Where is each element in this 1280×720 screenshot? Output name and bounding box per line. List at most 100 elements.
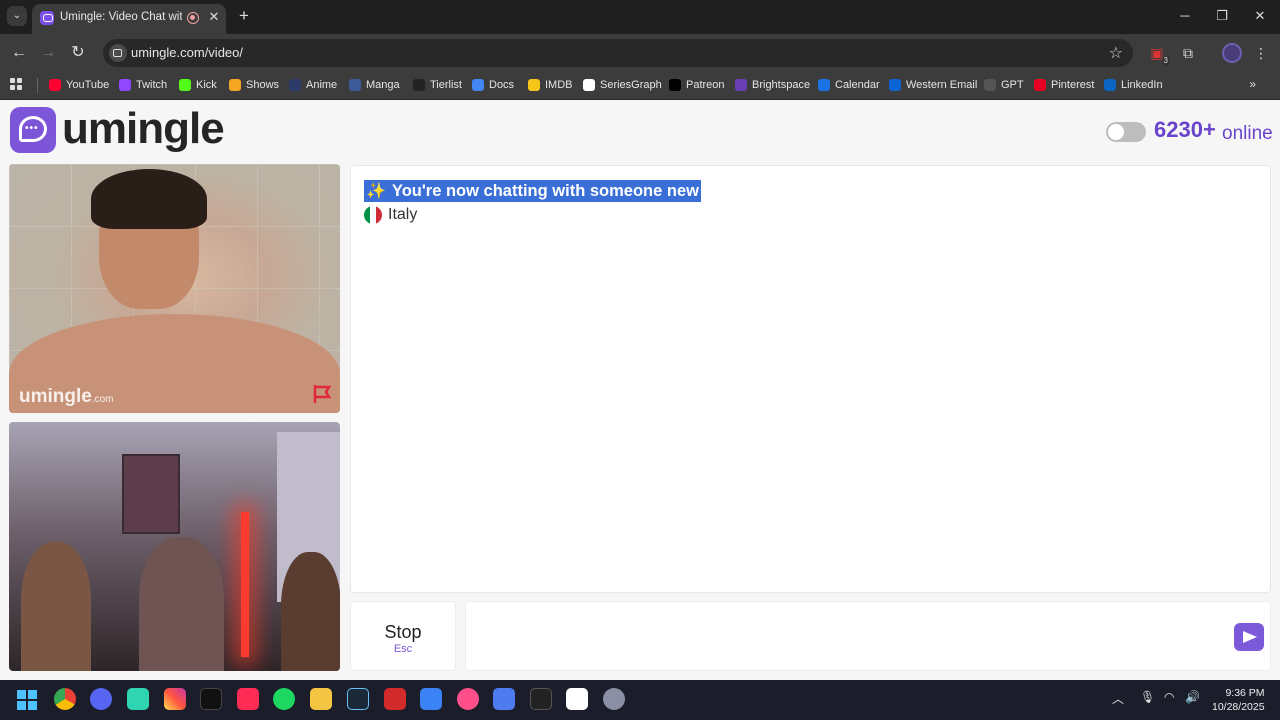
gpt-icon — [984, 79, 996, 91]
bookmark-patreon[interactable]: Patreon — [669, 77, 725, 93]
umingle-logo-icon[interactable]: ••• — [10, 107, 56, 153]
bookmark-shows[interactable]: Shows — [229, 77, 279, 93]
local-video — [9, 422, 340, 671]
stop-button[interactable]: Stop Esc — [350, 601, 456, 671]
manga-icon — [349, 79, 361, 91]
bookmark-label: LinkedIn — [1121, 79, 1163, 91]
new-tab-button[interactable]: + — [235, 7, 253, 25]
bookmark-label: Anime — [306, 79, 338, 91]
extension-icon[interactable]: ▣ 3 — [1146, 42, 1170, 66]
bookmark-pinterest[interactable]: Pinterest — [1034, 77, 1094, 93]
report-flag-icon[interactable] — [312, 384, 334, 404]
site-info-icon[interactable] — [109, 44, 127, 62]
imdb-icon — [528, 79, 540, 91]
profile-avatar[interactable] — [1222, 43, 1242, 63]
sparkles-icon: ✨ — [366, 183, 386, 200]
osu-icon[interactable] — [457, 688, 479, 710]
taskbar-clock[interactable]: 9:36 PM 10/28/2025 — [1212, 686, 1265, 714]
close-tab-icon[interactable]: ✕ — [206, 9, 222, 25]
capcut-icon[interactable] — [566, 688, 588, 710]
volume-icon[interactable]: 🔊 — [1185, 690, 1200, 704]
partner-country: Italy — [364, 206, 417, 224]
bookmark-label: GPT — [1001, 79, 1024, 91]
send-icon[interactable] — [1234, 623, 1264, 651]
clock-date: 10/28/2025 — [1212, 701, 1265, 713]
roblox-icon[interactable] — [493, 688, 515, 710]
close-window-button[interactable]: ✕ — [1245, 6, 1275, 26]
toggle-knob — [1108, 124, 1124, 140]
recording-indicator-icon — [187, 12, 199, 24]
forward-button[interactable]: → — [37, 42, 59, 64]
shows-icon — [229, 79, 241, 91]
bookmark-star-icon[interactable]: ☆ — [1109, 43, 1123, 63]
bookmark-youtube[interactable]: YouTube — [49, 77, 109, 93]
file-explorer-icon[interactable] — [310, 688, 332, 710]
bookmark-twitch[interactable]: Twitch — [119, 77, 167, 93]
bookmark-brightspace[interactable]: Brightspace — [735, 77, 810, 93]
bookmark-label: Western Email — [906, 79, 978, 91]
bookmark-seriesgraph[interactable]: SeriesGraph — [583, 77, 662, 93]
bookmark-anime[interactable]: Anime — [289, 77, 337, 93]
tiktok-red-icon[interactable] — [237, 688, 259, 710]
bookmark-label: Patreon — [686, 79, 725, 91]
steam-icon[interactable] — [347, 688, 369, 710]
bookmark-label: Brightspace — [752, 79, 811, 91]
bookmark-label: Twitch — [136, 79, 168, 91]
restore-window-button[interactable]: ❐ — [1207, 6, 1237, 26]
umingle-favicon-icon — [40, 11, 54, 25]
bookmark-label: Calendar — [835, 79, 880, 91]
docs-icon — [472, 79, 484, 91]
minimize-window-button[interactable]: ─ — [1170, 6, 1200, 26]
bookmark-docs[interactable]: Docs — [472, 77, 514, 93]
pinterest-icon — [1034, 79, 1046, 91]
site-logo-text[interactable]: umingle — [62, 104, 225, 154]
bookmark-label: Tierlist — [430, 79, 462, 91]
browser-menu-icon[interactable]: ⋮ — [1250, 42, 1272, 64]
browser-tab-active[interactable]: Umingle: Video Chat with St ✕ — [32, 4, 226, 34]
wifi-icon[interactable]: ◠ — [1164, 690, 1174, 704]
bookmark-linkedin[interactable]: LinkedIn — [1104, 77, 1163, 93]
settings-gear-icon[interactable] — [603, 688, 625, 710]
reload-button[interactable]: ↻ — [67, 42, 89, 64]
bookmark-kick[interactable]: Kick — [179, 77, 217, 93]
bookmark-imdb[interactable]: IMDB — [528, 77, 573, 93]
address-bar[interactable]: umingle.com/video/ ☆ — [103, 39, 1133, 67]
apps-grid-icon[interactable] — [10, 78, 22, 90]
medal-icon[interactable] — [530, 688, 552, 710]
app-launcher-icon[interactable] — [420, 688, 442, 710]
instagram-icon[interactable] — [164, 688, 186, 710]
extensions-puzzle-icon[interactable]: ⧉ — [1177, 42, 1199, 64]
bookmark-western-email[interactable]: Western Email — [889, 77, 977, 93]
kick-icon — [179, 79, 191, 91]
back-button[interactable]: ← — [8, 42, 30, 64]
windows-start-icon[interactable] — [17, 690, 37, 710]
bookmark-tierlist[interactable]: Tierlist — [413, 77, 462, 93]
brightspace-icon — [735, 79, 747, 91]
microphone-icon[interactable]: 🎙 — [1140, 690, 1155, 704]
chat-panel: ✨ You're now chatting with someone new I… — [350, 165, 1271, 593]
discord-icon[interactable] — [90, 688, 112, 710]
online-label: online — [1222, 123, 1273, 144]
more-bookmarks-icon[interactable]: » — [1249, 77, 1256, 91]
message-input[interactable] — [465, 601, 1271, 671]
video-watermark: umingle.com — [19, 386, 114, 407]
spotify-icon[interactable] — [273, 688, 295, 710]
tab-search-button[interactable]: ⌄ — [7, 6, 27, 26]
bookmark-label: YouTube — [66, 79, 110, 91]
linkedin-icon — [1104, 79, 1116, 91]
bookmark-label: Manga — [366, 79, 400, 91]
stop-button-label: Stop — [384, 622, 422, 642]
bookmark-manga[interactable]: Manga — [349, 77, 400, 93]
app-icon[interactable] — [127, 688, 149, 710]
browser-tab-strip: ⌄ Umingle: Video Chat with St ✕ + ─ ❐ ✕ — [0, 0, 1280, 34]
clock-time: 9:36 PM — [1225, 687, 1265, 699]
bookmark-calendar[interactable]: Calendar — [818, 77, 880, 93]
bookmark-gpt[interactable]: GPT — [984, 77, 1024, 93]
bookmark-label: Docs — [489, 79, 515, 91]
chrome-icon[interactable] — [54, 688, 76, 710]
tiktok-icon[interactable] — [200, 688, 222, 710]
tray-chevron-icon[interactable]: ︿ — [1112, 690, 1124, 707]
theme-toggle[interactable] — [1106, 122, 1146, 142]
game-launcher-icon[interactable] — [384, 688, 406, 710]
bookmark-label: Pinterest — [1051, 79, 1095, 91]
